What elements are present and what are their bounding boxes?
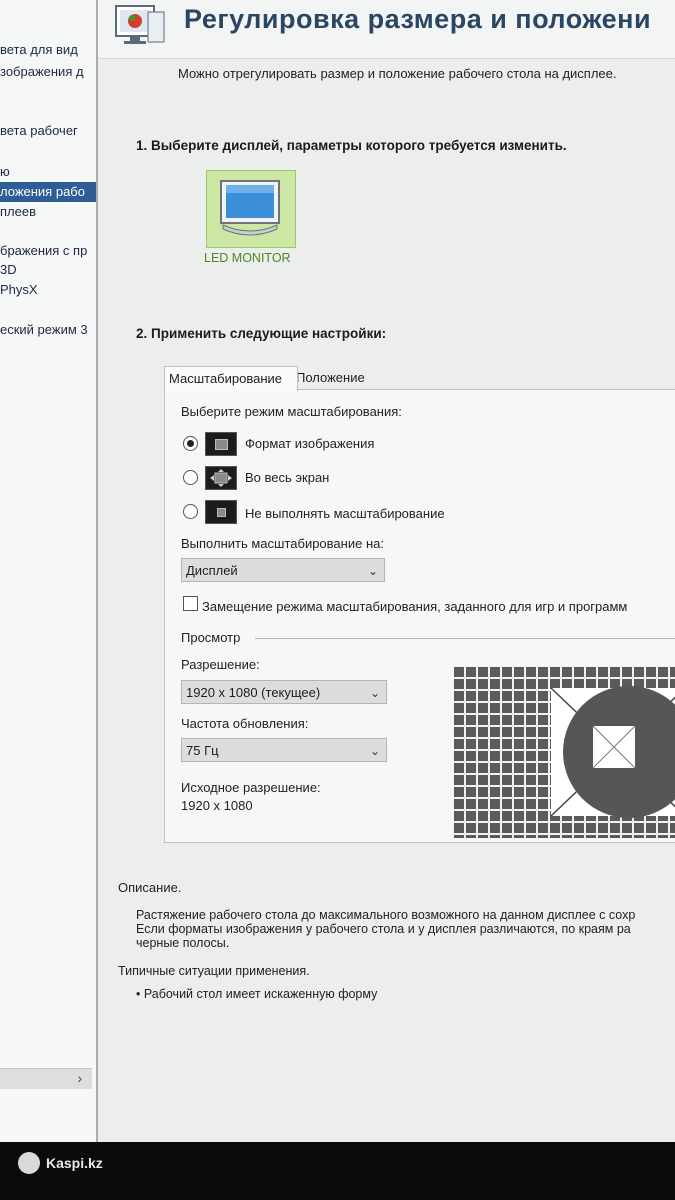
resolution-label: Разрешение: [181,657,260,672]
description-line: Растяжение рабочего стола до максимально… [136,908,636,922]
resolution-select[interactable]: 1920 x 1080 (текущее) ⌄ [181,680,387,704]
scaling-mode-prompt: Выберите режим масштабирования: [181,404,402,419]
scaling-preview-image [453,666,675,838]
sidebar-item-3d-mode[interactable]: еский режим 3 [0,320,96,340]
display-tile-led-monitor[interactable] [206,170,296,248]
native-resolution-value: 1920 x 1080 [181,798,253,813]
perform-scaling-on-value: Дисплей [186,563,238,578]
radio-no-scaling[interactable] [183,504,198,519]
perform-scaling-on-label: Выполнить масштабирование на: [181,536,384,551]
display-settings-icon [115,5,165,44]
no-scaling-icon [205,500,237,524]
override-scaling-label: Замещение режима масштабирования, заданн… [202,599,628,614]
resolution-value: 1920 x 1080 (текущее) [186,685,321,700]
refresh-rate-select[interactable]: 75 Гц ⌄ [181,738,387,762]
description-line: черные полосы. [136,936,230,950]
taskbar [0,1142,675,1200]
sidebar-item-multiple-displays[interactable]: плеев [0,202,96,222]
mode-label-aspect-ratio: Формат изображения [245,436,375,451]
usage-title: Типичные ситуации применения. [118,964,310,978]
description-title: Описание. [118,880,182,895]
radio-full-screen[interactable] [183,470,198,485]
chevron-down-icon: ⌄ [369,744,380,758]
aspect-ratio-icon [205,432,237,456]
mode-label-full-screen: Во весь экран [245,470,330,485]
sidebar-item-physx[interactable]: PhysX [0,280,96,300]
sidebar-item-image-settings[interactable]: зображения д [0,62,96,82]
navigation-sidebar: вета для вид зображения д вета рабочег ю… [0,0,98,1142]
sidebar-item-image-settings-preview[interactable]: бражения с пр [0,241,96,261]
refresh-rate-label: Частота обновления: [181,716,309,731]
sidebar-item-resolution[interactable]: ю [0,162,96,182]
radio-aspect-ratio[interactable] [183,436,198,451]
page-title: Регулировка размера и положени [184,4,652,34]
page-subtitle: Можно отрегулировать размер и положение … [178,66,617,81]
sidebar-item-3d[interactable]: 3D [0,260,96,280]
kaspi-watermark: Kaspi.kz [46,1155,103,1171]
display-label: LED MONITOR [204,251,291,265]
usage-item: • Рабочий стол имеет искаженную форму [136,987,378,1001]
description-line: Если форматы изображения у рабочего стол… [136,922,631,936]
nvidia-control-panel-window: вета для вид зображения д вета рабочег ю… [0,0,675,1142]
sidebar-item-desktop-color[interactable]: вета рабочег [0,121,96,141]
scroll-right-icon[interactable]: › [77,1070,82,1086]
step2-title: 2. Применить следующие настройки: [136,326,387,341]
sidebar-item-color-video[interactable]: вета для вид [0,40,96,60]
override-scaling-checkbox[interactable] [183,596,198,611]
chevron-down-icon: ⌄ [367,564,378,578]
preview-divider [255,638,675,639]
chevron-down-icon: ⌄ [369,686,380,700]
main-content: Регулировка размера и положени Можно отр… [98,0,675,1142]
tab-position[interactable]: Положение [292,366,378,390]
kaspi-logo-icon [18,1152,40,1174]
refresh-rate-value: 75 Гц [186,743,219,758]
tab-scaling[interactable]: Масштабирование [164,366,298,391]
step1-title: 1. Выберите дисплей, параметры которого … [136,138,567,153]
preview-group-label: Просмотр [181,630,241,645]
scaling-panel: Выберите режим масштабирования: Формат и… [164,389,675,843]
sidebar-horizontal-scrollbar[interactable]: › [0,1068,92,1089]
mode-label-no-scaling: Не выполнять масштабирование [245,506,445,521]
perform-scaling-on-select[interactable]: Дисплей ⌄ [181,558,385,582]
native-resolution-label: Исходное разрешение: [181,780,321,795]
header: Регулировка размера и положени [98,0,675,59]
full-screen-icon [205,466,237,490]
monitor-icon [220,180,280,236]
sidebar-item-desktop-size-position[interactable]: ложения рабо [0,182,96,202]
